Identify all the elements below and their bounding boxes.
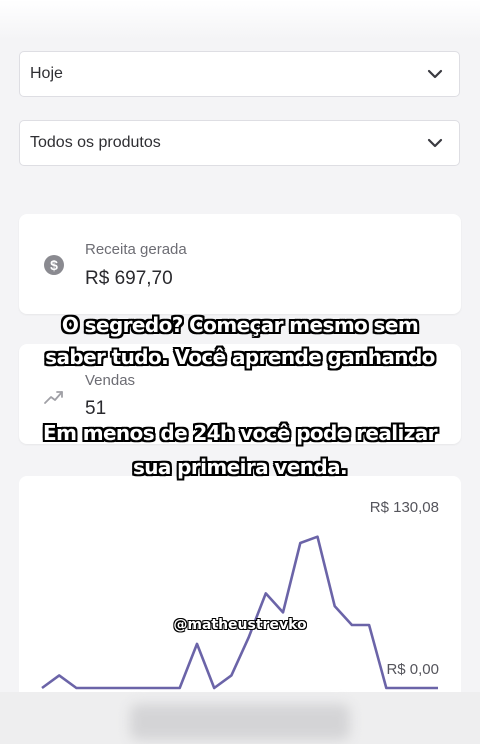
top-fade <box>0 0 480 40</box>
chart-plot <box>41 535 439 690</box>
svg-text:$: $ <box>50 257 58 273</box>
watermark-handle: @matheustrevko <box>173 617 307 633</box>
sales-title: Vendas <box>85 372 136 389</box>
sales-chart: R$ 130,08 R$ 0,00 <box>19 476 461 706</box>
revenue-card: $ Receita gerada R$ 697,70 <box>19 214 461 314</box>
bottom-bar <box>0 692 480 744</box>
trend-up-icon <box>44 391 63 404</box>
caption-line-3: Em menos de 24h você pode realizar <box>43 421 437 445</box>
revenue-value: R$ 697,70 <box>85 268 173 289</box>
product-select-value: Todos os produtos <box>30 134 161 151</box>
series-line <box>41 535 438 690</box>
chevron-down-icon <box>427 69 443 79</box>
revenue-title: Receita gerada <box>85 241 187 258</box>
period-select[interactable]: Hoje <box>19 51 460 97</box>
dollar-coin-icon: $ <box>44 255 64 275</box>
period-select-value: Hoje <box>30 65 63 82</box>
caption-line-2: saber tudo. Você aprende ganhando <box>45 345 435 369</box>
caption-line-4: sua primeira venda. <box>132 455 348 479</box>
blurred-area <box>130 704 350 740</box>
product-select[interactable]: Todos os produtos <box>19 120 460 166</box>
caption-line-1: O segredo? Começar mesmo sem <box>61 313 419 337</box>
chevron-down-icon <box>427 138 443 148</box>
